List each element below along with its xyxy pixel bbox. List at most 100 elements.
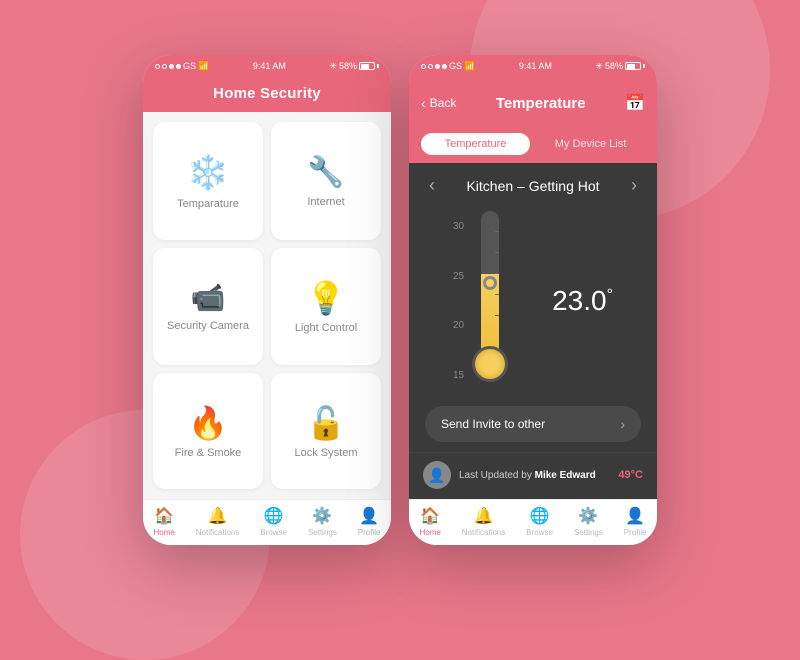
tick-4 xyxy=(495,294,499,295)
header-1: Home Security xyxy=(143,77,391,112)
wifi-icon: 📶 xyxy=(198,61,209,72)
grid-item-security-camera[interactable]: 📹 Security Camera xyxy=(153,248,263,364)
battery-body-1 xyxy=(359,62,375,70)
nav-label-profile-1: Profile xyxy=(358,528,381,537)
thermometer-wrapper xyxy=(472,211,508,391)
gear-icon-2: ⚙️ xyxy=(578,506,598,526)
nav-label-notifications-2: Notifications xyxy=(462,528,506,537)
thermometer-visual xyxy=(472,211,508,391)
header-back-row: ‹ Back Temperature 📅 xyxy=(409,85,657,123)
back-button[interactable]: ‹ Back xyxy=(421,95,456,111)
bluetooth-icon: ✳ xyxy=(329,61,337,72)
phones-container: GS 📶 9:41 AM ✳ 58% Home Security ❄️ xyxy=(143,55,657,545)
nav-browse-2[interactable]: 🌐 Browse xyxy=(526,506,553,537)
user-avatar: 👤 xyxy=(423,461,451,489)
bulb-icon: 💡 xyxy=(306,282,346,314)
back-arrow-icon: ‹ xyxy=(421,95,426,111)
signal-dot-1 xyxy=(155,64,160,69)
nav-notifications-1[interactable]: 🔔 Notifications xyxy=(196,506,240,537)
tick-5 xyxy=(495,315,499,316)
time-label-1: 9:41 AM xyxy=(253,61,286,71)
back-label: Back xyxy=(430,96,457,110)
scale-20: 20 xyxy=(453,320,464,331)
calendar-icon[interactable]: 📅 xyxy=(625,93,645,113)
nav-label-browse-1: Browse xyxy=(260,528,287,537)
battery-fill-2 xyxy=(627,64,635,70)
grid-label-fire-smoke: Fire & Smoke xyxy=(175,447,242,459)
nav-label-home-1: Home xyxy=(153,528,174,537)
wifi-icon-2: 📶 xyxy=(464,61,475,72)
signal-dot2-4 xyxy=(442,64,447,69)
nav-home-2[interactable]: 🏠 Home xyxy=(419,506,440,537)
bell-icon-2: 🔔 xyxy=(474,506,494,526)
bottom-nav-1: 🏠 Home 🔔 Notifications 🌐 Browse ⚙️ Setti… xyxy=(143,499,391,545)
battery-label-1: 58% xyxy=(339,61,357,71)
tab-device-list[interactable]: My Device List xyxy=(536,133,645,155)
send-invite-button[interactable]: Send Invite to other › xyxy=(425,406,641,442)
grid-item-lock-system[interactable]: 🔓 Lock System xyxy=(271,373,381,489)
signal-dot-2 xyxy=(162,64,167,69)
scale-25: 25 xyxy=(453,271,464,282)
main-content-1: ❄️ Temparature 🔧 Internet 📹 Security Cam… xyxy=(143,112,391,499)
bell-icon-1: 🔔 xyxy=(208,506,228,526)
next-arrow-btn[interactable]: › xyxy=(631,175,637,196)
grid-item-light-control[interactable]: 💡 Light Control xyxy=(271,248,381,364)
kitchen-nav: ‹ Kitchen – Getting Hot › xyxy=(409,163,657,204)
nav-settings-1[interactable]: ⚙️ Settings xyxy=(308,506,337,537)
nav-home-1[interactable]: 🏠 Home xyxy=(153,506,174,537)
battery-fill-1 xyxy=(361,64,369,70)
signal-label-2: GS xyxy=(449,61,462,71)
phone-temperature: GS 📶 9:41 AM ✳ 58% ‹ Back Temperature xyxy=(409,55,657,545)
phone-home-security: GS 📶 9:41 AM ✳ 58% Home Security ❄️ xyxy=(143,55,391,545)
nav-notifications-2[interactable]: 🔔 Notifications xyxy=(462,506,506,537)
tab-temperature[interactable]: Temperature xyxy=(421,133,530,155)
thermo-bulb xyxy=(472,346,508,382)
status-bar-2: GS 📶 9:41 AM ✳ 58% xyxy=(409,55,657,77)
invite-arrow-icon: › xyxy=(620,416,625,432)
grid-item-fire-smoke[interactable]: 🔥 Fire & Smoke xyxy=(153,373,263,489)
last-updated-bar: 👤 Last Updated by Mike Edward 49°C xyxy=(409,452,657,499)
scale-labels: 30 25 20 15 xyxy=(453,221,464,381)
grid-label-security-camera: Security Camera xyxy=(167,320,249,332)
home-icon-1: 🏠 xyxy=(154,506,174,526)
hot-temp-badge: 49°C xyxy=(618,469,643,481)
nav-label-settings-1: Settings xyxy=(308,528,337,537)
tick-1 xyxy=(495,231,499,232)
temp-main-content: ‹ Kitchen – Getting Hot › 30 25 20 15 xyxy=(409,163,657,499)
battery-tip-1 xyxy=(377,64,379,68)
nav-profile-1[interactable]: 👤 Profile xyxy=(358,506,381,537)
nav-profile-2[interactable]: 👤 Profile xyxy=(624,506,647,537)
grid-label-light-control: Light Control xyxy=(295,322,357,334)
person-icon-1: 👤 xyxy=(359,506,379,526)
camera-icon: 📹 xyxy=(191,284,226,312)
feature-grid: ❄️ Temparature 🔧 Internet 📹 Security Cam… xyxy=(143,112,391,499)
tick-3 xyxy=(495,273,499,274)
grid-item-temperature[interactable]: ❄️ Temparature xyxy=(153,122,263,240)
globe-icon-2: 🌐 xyxy=(530,506,550,526)
signal-dot2-1 xyxy=(421,64,426,69)
invite-section: Send Invite to other › xyxy=(409,398,657,452)
snowflake-icon: ❄️ xyxy=(187,156,229,190)
nav-settings-2[interactable]: ⚙️ Settings xyxy=(574,506,603,537)
temp-unit: ° xyxy=(607,287,613,304)
updated-text: Last Updated by Mike Edward xyxy=(459,470,610,481)
kitchen-title: Kitchen – Getting Hot xyxy=(466,178,599,194)
tabs-container: Temperature My Device List xyxy=(409,133,657,163)
grid-label-lock-system: Lock System xyxy=(295,447,358,459)
battery-2: ✳ 58% xyxy=(595,61,645,72)
nav-browse-1[interactable]: 🌐 Browse xyxy=(260,506,287,537)
battery-body-2 xyxy=(625,62,641,70)
lock-icon: 🔓 xyxy=(306,407,346,439)
nav-label-settings-2: Settings xyxy=(574,528,603,537)
invite-label: Send Invite to other xyxy=(441,417,545,431)
battery-label-2: 58% xyxy=(605,61,623,71)
grid-item-internet[interactable]: 🔧 Internet xyxy=(271,122,381,240)
battery-1: ✳ 58% xyxy=(329,61,379,72)
bottom-nav-2: 🏠 Home 🔔 Notifications 🌐 Browse ⚙️ Setti… xyxy=(409,499,657,545)
person-icon-2: 👤 xyxy=(625,506,645,526)
grid-label-internet: Internet xyxy=(307,196,344,208)
grid-label-temperature: Temparature xyxy=(177,198,239,210)
header-2: ‹ Back Temperature 📅 xyxy=(409,77,657,133)
tick-2 xyxy=(495,252,499,253)
prev-arrow-btn[interactable]: ‹ xyxy=(429,175,435,196)
